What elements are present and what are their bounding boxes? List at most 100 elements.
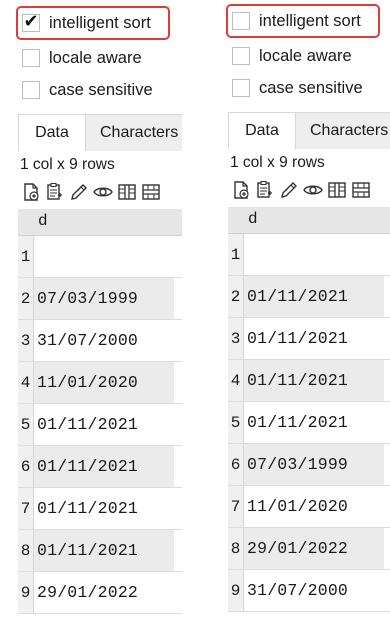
tab-data[interactable]: Data [18,115,86,151]
table-row[interactable]: 6 01/11/2021 [18,446,182,488]
paste-icon[interactable] [44,180,66,204]
intelligent-sort-option[interactable]: intelligent sort [232,9,361,33]
table-row[interactable]: 3 01/11/2021 [228,318,390,360]
rows-icon[interactable] [140,180,162,204]
pencil-icon[interactable] [278,178,300,202]
intelligent-sort-checkbox[interactable] [232,12,250,30]
case-sensitive-label: case sensitive [259,78,363,97]
tab-data[interactable]: Data [228,113,296,149]
table-cell[interactable]: 31/07/2000 [244,570,384,611]
row-number: 4 [18,362,34,403]
locale-aware-option[interactable]: locale aware [22,46,142,70]
table-row[interactable]: 5 01/11/2021 [18,404,182,446]
row-number: 9 [18,572,34,613]
locale-aware-option[interactable]: locale aware [232,44,352,68]
table-row[interactable]: 9 29/01/2022 [18,572,182,614]
table-row[interactable]: 7 11/01/2020 [228,486,390,528]
add-file-icon[interactable] [20,180,42,204]
table-row[interactable]: 9 31/07/2000 [228,570,390,612]
grid-toolbar [230,178,372,204]
columns-icon[interactable] [116,180,138,204]
intelligent-sort-checkbox[interactable]: ✔ [22,11,40,32]
table-row[interactable]: 1 [18,236,182,278]
case-sensitive-checkbox[interactable] [22,81,40,99]
table-cell[interactable]: 07/03/1999 [34,278,174,319]
tab-bar: Data Characters [18,114,182,151]
locale-aware-checkbox[interactable] [232,47,250,65]
table-cell[interactable]: 29/01/2022 [34,572,174,613]
table-cell[interactable]: 01/11/2021 [34,488,174,529]
table-row[interactable]: 3 31/07/2000 [18,320,182,362]
locale-aware-label: locale aware [49,48,142,67]
table-row[interactable]: 5 01/11/2021 [228,402,390,444]
column-header[interactable]: d [18,209,182,236]
column-header-label: d [248,210,258,228]
add-file-icon[interactable] [230,178,252,202]
table-row[interactable]: 2 01/11/2021 [228,276,390,318]
case-sensitive-option[interactable]: case sensitive [232,76,363,100]
table-row[interactable]: 6 07/03/1999 [228,444,390,486]
row-number: 2 [228,276,244,317]
table-cell[interactable]: 01/11/2021 [34,404,174,445]
column-header[interactable]: d [228,207,390,234]
table-cell[interactable]: 01/11/2021 [244,276,384,317]
table-cell[interactable]: 11/01/2020 [34,362,174,403]
row-number: 3 [18,320,34,361]
table-row[interactable]: 1 [228,234,390,276]
row-number: 7 [18,488,34,529]
row-number: 7 [228,486,244,527]
intelligent-sort-option[interactable]: ✔ intelligent sort [22,11,151,35]
row-number: 5 [228,402,244,443]
table-cell[interactable]: 01/11/2021 [34,530,174,571]
row-number: 9 [228,570,244,611]
row-number: 8 [18,530,34,571]
intelligent-sort-label: intelligent sort [49,13,151,32]
locale-aware-label: locale aware [259,46,352,65]
table-cell[interactable]: 07/03/1999 [244,444,384,485]
tab-characters[interactable]: Characters [100,115,178,151]
row-number: 4 [228,360,244,401]
table-row[interactable]: 2 07/03/1999 [18,278,182,320]
row-number: 2 [18,278,34,319]
table-cell[interactable] [34,236,174,277]
table-row[interactable]: 8 01/11/2021 [18,530,182,572]
rows-icon[interactable] [350,178,372,202]
case-sensitive-label: case sensitive [49,80,153,99]
table-row[interactable]: 4 01/11/2021 [228,360,390,402]
eye-icon[interactable] [92,180,114,204]
locale-aware-checkbox[interactable] [22,49,40,67]
row-count: 1 col x 9 rows [230,154,325,171]
table-cell[interactable]: 11/01/2020 [244,486,384,527]
row-number: 1 [228,234,244,275]
sort-panel-left: ✔ intelligent sort locale aware case sen… [14,0,182,620]
tab-characters[interactable]: Characters [310,113,388,149]
row-number: 1 [18,236,34,277]
table-cell[interactable]: 31/07/2000 [34,320,174,361]
table-cell[interactable]: 01/11/2021 [244,360,384,401]
table-cell[interactable]: 01/11/2021 [244,402,384,443]
table-cell[interactable] [244,234,384,275]
row-number: 8 [228,528,244,569]
eye-icon[interactable] [302,178,324,202]
columns-icon[interactable] [326,178,348,202]
row-count: 1 col x 9 rows [20,156,115,173]
checkmark-icon: ✔ [23,11,39,32]
row-number: 3 [228,318,244,359]
pencil-icon[interactable] [68,180,90,204]
intelligent-sort-label: intelligent sort [259,11,361,30]
table-row[interactable]: 4 11/01/2020 [18,362,182,404]
row-number: 6 [228,444,244,485]
table-row[interactable]: 7 01/11/2021 [18,488,182,530]
row-number: 6 [18,446,34,487]
tab-bar: Data Characters [228,112,390,149]
case-sensitive-option[interactable]: case sensitive [22,78,153,102]
row-number: 5 [18,404,34,445]
table-row[interactable]: 8 29/01/2022 [228,528,390,570]
table-cell[interactable]: 29/01/2022 [244,528,384,569]
case-sensitive-checkbox[interactable] [232,79,250,97]
paste-icon[interactable] [254,178,276,202]
table-cell[interactable]: 01/11/2021 [244,318,384,359]
table-cell[interactable]: 01/11/2021 [34,446,174,487]
grid-toolbar [20,180,162,206]
column-header-label: d [38,212,48,230]
